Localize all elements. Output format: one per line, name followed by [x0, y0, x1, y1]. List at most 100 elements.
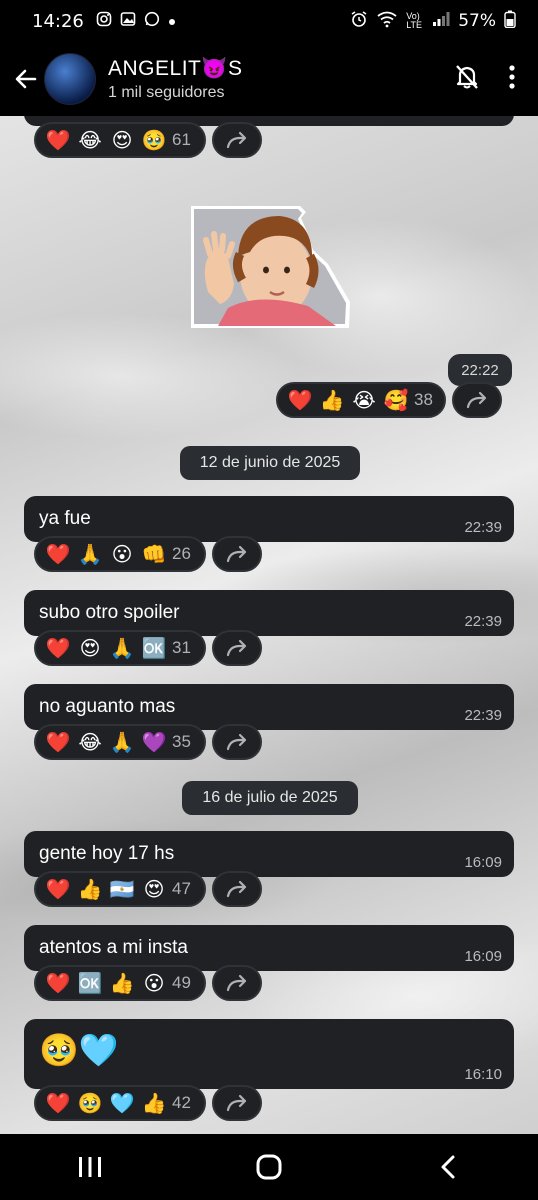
reaction-emoji: 😮: [143, 971, 165, 995]
reaction-emoji: 😂: [78, 128, 102, 152]
more-vertical-icon: [509, 65, 515, 89]
reactions-bar[interactable]: ❤️ 👍 😭 🥰 38: [276, 382, 446, 418]
reaction-emoji: 😮: [111, 542, 133, 566]
reaction-count: 35: [172, 732, 191, 751]
date-separator: 16 de julio de 2025: [182, 781, 358, 815]
reaction-count: 26: [172, 544, 191, 563]
reaction-count: 42: [172, 1093, 191, 1112]
forward-arrow-icon: [226, 974, 247, 992]
reaction-emoji: 👍: [319, 388, 345, 412]
baby-waving-sticker[interactable]: [188, 204, 350, 330]
forward-arrow-icon: [226, 1094, 247, 1112]
reaction-emoji: 👊: [141, 542, 167, 566]
reaction-emoji: ❤️: [45, 730, 71, 754]
whatsapp-icon: [144, 11, 160, 31]
forward-button[interactable]: [212, 965, 262, 1001]
reaction-emoji: ❤️: [45, 1091, 71, 1115]
reaction-emoji: 🙏: [109, 636, 135, 660]
reactions-bar[interactable]: ❤️ 🥹 🩵 👍 42: [34, 1085, 206, 1121]
signal-icon: [432, 11, 450, 32]
forward-button[interactable]: [452, 382, 502, 418]
message-text: no aguanto mas: [39, 696, 176, 717]
reaction-emoji: 🙏: [77, 542, 103, 566]
mute-button[interactable]: [454, 63, 480, 95]
reaction-emoji: 🙏: [109, 730, 135, 754]
forward-button[interactable]: [212, 630, 262, 666]
forward-arrow-icon: [226, 639, 247, 657]
reactions-bar[interactable]: ❤️ 🆗 👍 😮 49: [34, 965, 206, 1001]
recent-apps-icon: [78, 1157, 101, 1177]
forward-arrow-icon: [226, 880, 247, 898]
forward-button[interactable]: [212, 871, 262, 907]
channel-info[interactable]: ANGELIT😈S 1 mil seguidores: [108, 57, 243, 102]
message-time: 16:10: [464, 1066, 502, 1083]
message-text: ya fue: [39, 508, 91, 529]
reaction-count: 47: [172, 879, 191, 898]
message-text: atentos a mi insta: [39, 937, 188, 958]
message-time: 22:39: [464, 519, 502, 536]
reaction-count: 31: [172, 638, 191, 657]
nav-back-icon: [441, 1155, 455, 1179]
channel-avatar[interactable]: [44, 53, 96, 105]
reaction-count: 61: [172, 130, 191, 149]
followers-count: 1 mil seguidores: [108, 83, 225, 101]
reaction-emoji: 😂: [78, 730, 102, 754]
message-time: 16:09: [464, 854, 502, 871]
reaction-count: 49: [172, 973, 191, 992]
forward-button[interactable]: [212, 724, 262, 760]
status-time: 14:26: [32, 10, 84, 32]
instagram-icon: [96, 11, 112, 31]
message-text: gente hoy 17 hs: [39, 843, 175, 864]
reaction-count: 38: [414, 390, 433, 409]
reaction-emoji: 🆗: [141, 636, 167, 660]
reaction-emoji: 👍: [109, 971, 135, 995]
chat-area[interactable]: ❤️ 😂 😍 🥹 61 22:22 ❤️ 👍 😭 🥰 38 12 de juni…: [0, 116, 538, 1134]
reaction-emoji: 😍: [143, 877, 165, 901]
forward-arrow-icon: [226, 545, 247, 563]
date-separator: 12 de junio de 2025: [180, 446, 360, 480]
wifi-icon: [376, 10, 398, 33]
reactions-bar[interactable]: ❤️ 🙏 😮 👊 26: [34, 536, 206, 572]
bell-off-icon: [456, 65, 478, 89]
reaction-emoji: 😭: [352, 388, 376, 412]
message-bubble[interactable]: 🥹🩵 16:10: [24, 1019, 514, 1089]
reaction-emoji: 😍: [111, 128, 133, 152]
forward-button[interactable]: [212, 122, 262, 158]
reaction-emoji: 🥰: [383, 388, 409, 412]
forward-arrow-icon: [226, 733, 247, 751]
alarm-icon: [350, 10, 368, 33]
reaction-emoji: 😍: [79, 636, 101, 660]
nav-back-button[interactable]: [418, 1142, 478, 1192]
home-button[interactable]: [239, 1142, 299, 1192]
network-label: Vo) LTE: [406, 11, 423, 30]
message-time: 16:09: [464, 948, 502, 965]
notification-dot-icon: [168, 12, 176, 30]
channel-name: ANGELIT😈S: [108, 56, 243, 80]
reactions-bar[interactable]: ❤️ 😍 🙏 🆗 31: [34, 630, 206, 666]
reaction-emoji: ❤️: [45, 128, 71, 152]
system-nav-bar: [0, 1134, 538, 1200]
reaction-emoji: 💜: [141, 730, 167, 754]
reaction-emoji: ❤️: [45, 636, 71, 660]
reactions-bar[interactable]: ❤️ 👍 🇦🇷 😍 47: [34, 871, 206, 907]
reactions-bar[interactable]: ❤️ 😂 🙏 💜 35: [34, 724, 206, 760]
reaction-emoji: ❤️: [45, 542, 71, 566]
reaction-emoji: ❤️: [45, 971, 71, 995]
forward-arrow-icon: [226, 131, 247, 149]
reaction-emoji: 👍: [141, 1091, 167, 1115]
reaction-emoji: 🥹: [77, 1091, 103, 1115]
forward-arrow-icon: [466, 391, 487, 409]
forward-button[interactable]: [212, 1085, 262, 1121]
arrow-left-icon: [15, 69, 37, 89]
reaction-emoji: 🩵: [109, 1091, 135, 1115]
reaction-emoji: ❤️: [45, 877, 71, 901]
back-button[interactable]: [4, 57, 48, 101]
forward-button[interactable]: [212, 536, 262, 572]
battery-icon: [504, 10, 516, 33]
message-text: subo otro spoiler: [39, 602, 180, 623]
reactions-bar[interactable]: ❤️ 😂 😍 🥹 61: [34, 122, 206, 158]
recent-apps-button[interactable]: [60, 1142, 120, 1192]
status-bar: 14:26 Vo) LTE 57%: [0, 0, 538, 42]
message-time: 22:39: [464, 613, 502, 630]
more-options-button[interactable]: [508, 64, 516, 94]
